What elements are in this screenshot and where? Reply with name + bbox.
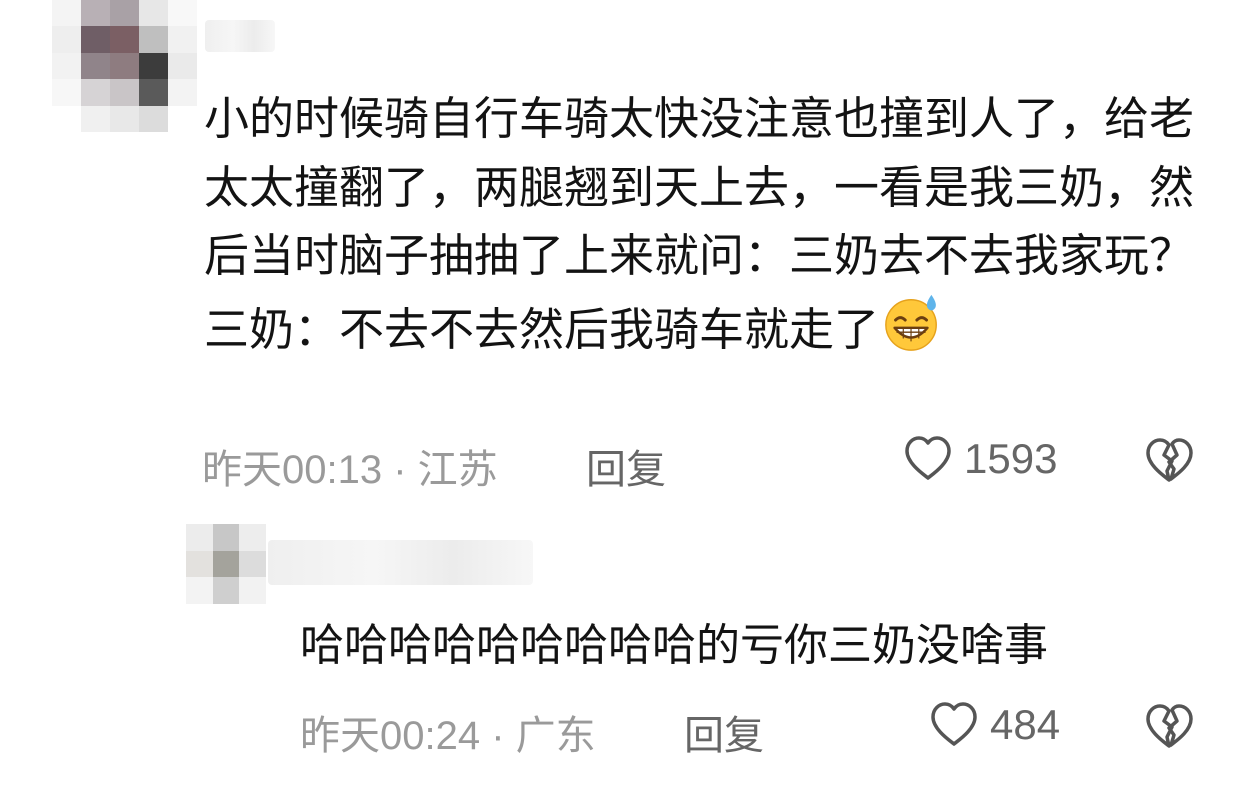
- timestamp: 昨天00:13: [202, 448, 383, 492]
- comment-meta: 昨天00:24 · 广东: [300, 703, 596, 761]
- comment-text: 小的时候骑自行车骑太快没注意也撞到人了，给老太太撞翻了，两腿翘到天上去，一看是我…: [204, 85, 1214, 364]
- reply-button[interactable]: 回复: [684, 703, 764, 761]
- heart-outline-icon: [905, 436, 951, 480]
- timestamp: 昨天00:24: [300, 714, 481, 758]
- username-blurred[interactable]: [205, 20, 275, 52]
- meta-separator: ·: [480, 714, 516, 758]
- reply-button[interactable]: 回复: [586, 437, 666, 495]
- grinning-sweat-emoji-icon: [885, 294, 937, 351]
- location: 广东: [515, 714, 596, 758]
- comment-meta: 昨天00:13 · 江苏: [202, 437, 498, 495]
- like-button[interactable]: 1593: [902, 434, 1057, 484]
- reply-text: 哈哈哈哈哈哈哈哈哈的亏你三奶没啥事: [300, 620, 1048, 671]
- username-blurred[interactable]: [268, 540, 533, 585]
- like-count: 1593: [964, 435, 1058, 482]
- location: 江苏: [417, 448, 498, 492]
- avatar[interactable]: [52, 0, 197, 132]
- like-button[interactable]: 484: [928, 700, 1060, 750]
- broken-heart-icon[interactable]: [1142, 700, 1196, 752]
- comment-body: 小的时候骑自行车骑太快没注意也撞到人了，给老太太撞翻了，两腿翘到天上去，一看是我…: [204, 92, 1195, 356]
- like-count: 484: [990, 701, 1061, 748]
- avatar[interactable]: [186, 524, 266, 604]
- broken-heart-icon[interactable]: [1142, 434, 1196, 486]
- meta-separator: ·: [382, 448, 418, 492]
- heart-outline-icon: [931, 702, 977, 746]
